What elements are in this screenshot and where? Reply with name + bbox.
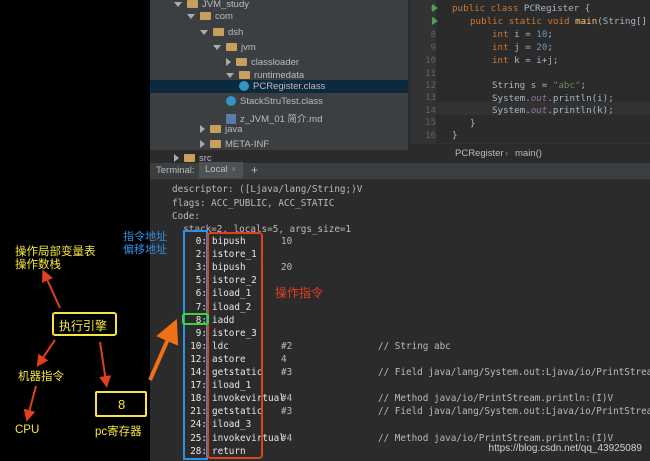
arrow-to-pc-register	[99, 341, 112, 388]
arrow-to-local-vars	[42, 269, 61, 309]
watermark: https://blog.csdn.net/qq_43925089	[488, 443, 642, 454]
arrow-to-machine-code	[36, 339, 56, 367]
arrow-to-cpu	[23, 385, 37, 422]
annotation-arrows	[23, 269, 179, 422]
arrow-to-bytecode	[148, 319, 179, 381]
